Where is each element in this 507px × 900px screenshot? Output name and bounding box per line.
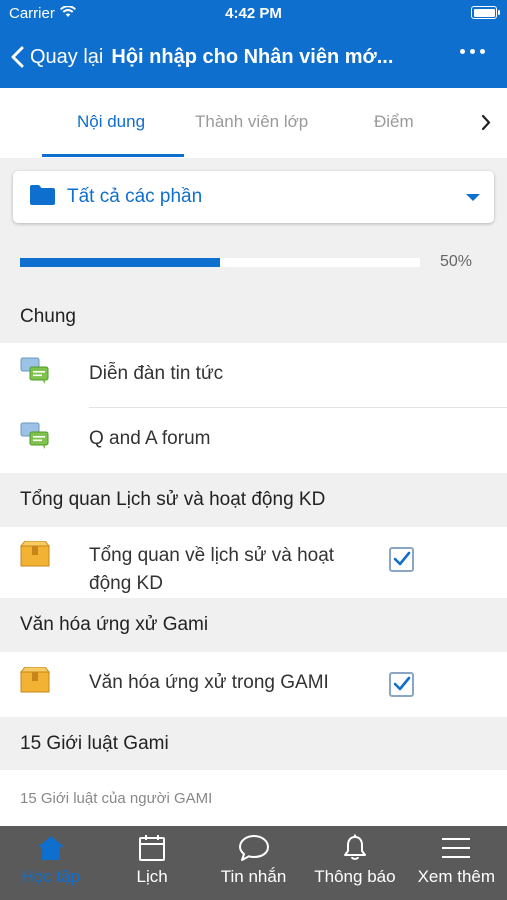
bell-icon — [343, 834, 366, 860]
activity-title: Tổng quan về lịch sử và hoạt — [89, 545, 335, 566]
package-icon — [19, 540, 51, 572]
page-title: Hội nhập cho Nhân viên mớ... — [111, 45, 394, 68]
completion-checkbox[interactable] — [389, 672, 414, 697]
activity-row-company-culture[interactable]: Văn hóa ứng xử trong GAMI — [0, 652, 507, 717]
folder-icon — [30, 184, 55, 210]
bottom-tab-bar: Học tập Lịch Tin nhắn Thông báo Xem thêm — [0, 826, 507, 900]
activity-row-qa-forum[interactable]: Q and A forum — [0, 408, 507, 473]
section-header: Tổng quan Lịch sử và hoạt động KD — [0, 473, 507, 527]
package-icon — [19, 666, 51, 698]
tab-grades[interactable]: Điểm — [374, 112, 414, 132]
forum-icon — [20, 421, 50, 456]
home-icon — [37, 836, 64, 860]
dropdown-caret-icon — [466, 194, 480, 201]
activity-title: Diễn đàn tin tức — [89, 363, 224, 384]
bottom-tab-calendar[interactable]: Lịch — [101, 826, 202, 900]
activity-title: Q and A forum — [89, 428, 211, 449]
progress-bar-fill — [20, 258, 220, 267]
bottom-tab-messages[interactable]: Tin nhắn — [203, 826, 304, 900]
forum-icon — [20, 356, 50, 391]
progress-bar — [20, 258, 420, 267]
section-header: 15 Giới luật Gami — [0, 717, 507, 770]
completion-checkbox[interactable] — [389, 547, 414, 572]
section-summary: 15 Giới luật của người GAMI — [0, 770, 507, 826]
active-tab-indicator — [42, 154, 184, 157]
back-label: Quay lại — [30, 45, 104, 68]
section-filter-dropdown[interactable]: Tất cả các phần — [13, 171, 494, 223]
chevron-right-icon[interactable] — [481, 114, 491, 136]
bottom-tab-label: Lịch — [136, 867, 168, 886]
bottom-tab-label: Tin nhắn — [220, 867, 287, 886]
more-options-icon[interactable] — [460, 49, 485, 54]
calendar-icon — [139, 835, 166, 861]
battery-icon — [471, 6, 500, 19]
navigation-bar: Quay lại Hội nhập cho Nhân viên mớ... — [0, 26, 507, 88]
bottom-tab-label: Học tập — [21, 867, 80, 886]
tab-participants[interactable]: Thành viên lớp — [195, 112, 308, 132]
activity-title: Văn hóa ứng xử trong GAMI — [89, 672, 329, 693]
bottom-tab-more[interactable]: Xem thêm — [406, 826, 507, 900]
chat-icon — [238, 835, 269, 861]
checkmark-icon — [393, 676, 411, 691]
course-progress: 50% — [0, 236, 507, 290]
tab-contents[interactable]: Nội dung — [77, 112, 145, 132]
activity-title-cont: động KD — [89, 573, 163, 594]
course-tabs: Nội dung Thành viên lớp Điểm — [0, 88, 507, 158]
status-bar: Carrier 4:42 PM — [0, 0, 507, 26]
section-header: Chung — [0, 290, 507, 343]
bottom-tab-notifications[interactable]: Thông báo — [304, 826, 405, 900]
chevron-left-icon — [11, 46, 24, 68]
bottom-tab-label: Thông báo — [314, 867, 396, 886]
activity-row-history-overview[interactable]: Tổng quan về lịch sử và hoạt động KD — [0, 527, 507, 598]
activity-row-news-forum[interactable]: Diễn đàn tin tức — [0, 343, 507, 408]
progress-percentage: 50% — [440, 253, 473, 270]
section-filter-label: Tất cả các phần — [67, 186, 203, 207]
section-header: Văn hóa ứng xử Gami — [0, 598, 507, 652]
bottom-tab-learning[interactable]: Học tập — [0, 826, 101, 900]
back-button[interactable]: Quay lại — [0, 46, 103, 69]
menu-icon — [442, 838, 471, 858]
clock: 4:42 PM — [225, 5, 282, 22]
bottom-tab-label: Xem thêm — [417, 867, 496, 886]
checkmark-icon — [393, 551, 411, 566]
